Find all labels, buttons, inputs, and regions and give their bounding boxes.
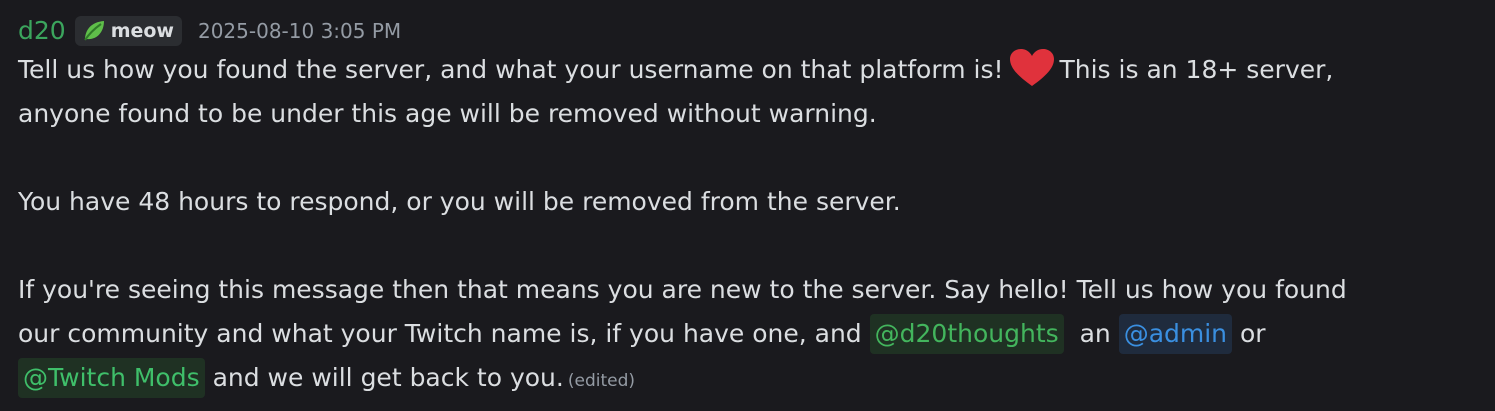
message-line-4: If you're seeing this message then that … — [18, 275, 1347, 304]
message-content: Tell us how you found the server, and wh… — [18, 48, 1458, 400]
text-segment: or — [1239, 319, 1266, 348]
message-line-2: anyone found to be under this age will b… — [18, 99, 877, 128]
text-segment: our community and what your Twitch name … — [18, 319, 862, 348]
message-line-5: our community and what your Twitch name … — [18, 312, 1458, 356]
text-segment: Tell us how you found the server, and wh… — [18, 55, 1004, 84]
message-timestamp[interactable]: 2025-08-10 3:05 PM — [198, 14, 401, 48]
message-line-1: Tell us how you found the server, and wh… — [18, 48, 1458, 92]
role-tag-label: meow — [110, 20, 174, 42]
leaf-icon — [81, 18, 107, 44]
author-username[interactable]: d20 — [18, 14, 66, 48]
role-mention-admin[interactable]: @admin — [1118, 314, 1233, 354]
message-header: d20 meow 2025-08-10 3:05 PM — [18, 14, 1495, 48]
text-segment: This is an 18+ server, — [1059, 55, 1334, 84]
role-tag[interactable]: meow — [74, 16, 182, 46]
text-segment: and we will get back to you. — [212, 363, 564, 392]
chat-message: d20 meow 2025-08-10 3:05 PM Tell us how … — [0, 0, 1495, 411]
user-mention[interactable]: @d20thoughts — [869, 314, 1064, 354]
message-line-3: You have 48 hours to respond, or you wil… — [18, 187, 901, 216]
message-line-6: @Twitch Mods and we will get back to you… — [18, 356, 1458, 400]
text-segment: an — [1079, 319, 1111, 348]
role-mention-twitch-mods[interactable]: @Twitch Mods — [18, 358, 205, 398]
red-heart-emoji-icon[interactable] — [1008, 48, 1056, 88]
edited-indicator: (edited) — [567, 371, 636, 391]
